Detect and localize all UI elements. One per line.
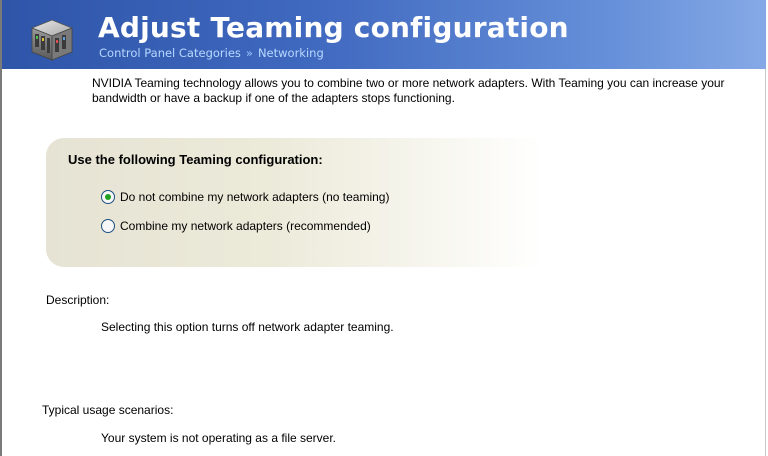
breadcrumb-parent-link[interactable]: Control Panel Categories bbox=[99, 46, 241, 60]
description-label: Description: bbox=[46, 293, 110, 307]
page-header: Adjust Teaming configuration Control Pan… bbox=[2, 0, 766, 69]
option-combine-adapters[interactable]: Combine my network adapters (recommended… bbox=[101, 217, 371, 235]
config-heading: Use the following Teaming configuration: bbox=[68, 152, 323, 167]
option-no-teaming-label[interactable]: Do not combine my network adapters (no t… bbox=[120, 190, 389, 204]
control-panel-categories-icon bbox=[30, 19, 74, 61]
usage-text: Your system is not operating as a file s… bbox=[101, 431, 337, 445]
breadcrumb-separator: » bbox=[245, 46, 253, 60]
description-text: Selecting this option turns off network … bbox=[101, 320, 394, 334]
usage-label: Typical usage scenarios: bbox=[42, 403, 174, 417]
teaming-config-panel: Use the following Teaming configuration:… bbox=[46, 138, 546, 267]
breadcrumb: Control Panel Categories » Networking bbox=[99, 46, 324, 60]
intro-text: NVIDIA Teaming technology allows you to … bbox=[92, 76, 725, 105]
option-combine-adapters-label[interactable]: Combine my network adapters (recommended… bbox=[120, 219, 371, 233]
radio-combine-adapters[interactable] bbox=[101, 219, 115, 233]
option-no-teaming[interactable]: Do not combine my network adapters (no t… bbox=[101, 188, 389, 206]
radio-no-teaming[interactable] bbox=[101, 190, 115, 204]
page-title: Adjust Teaming configuration bbox=[98, 11, 569, 44]
breadcrumb-current[interactable]: Networking bbox=[258, 46, 324, 60]
